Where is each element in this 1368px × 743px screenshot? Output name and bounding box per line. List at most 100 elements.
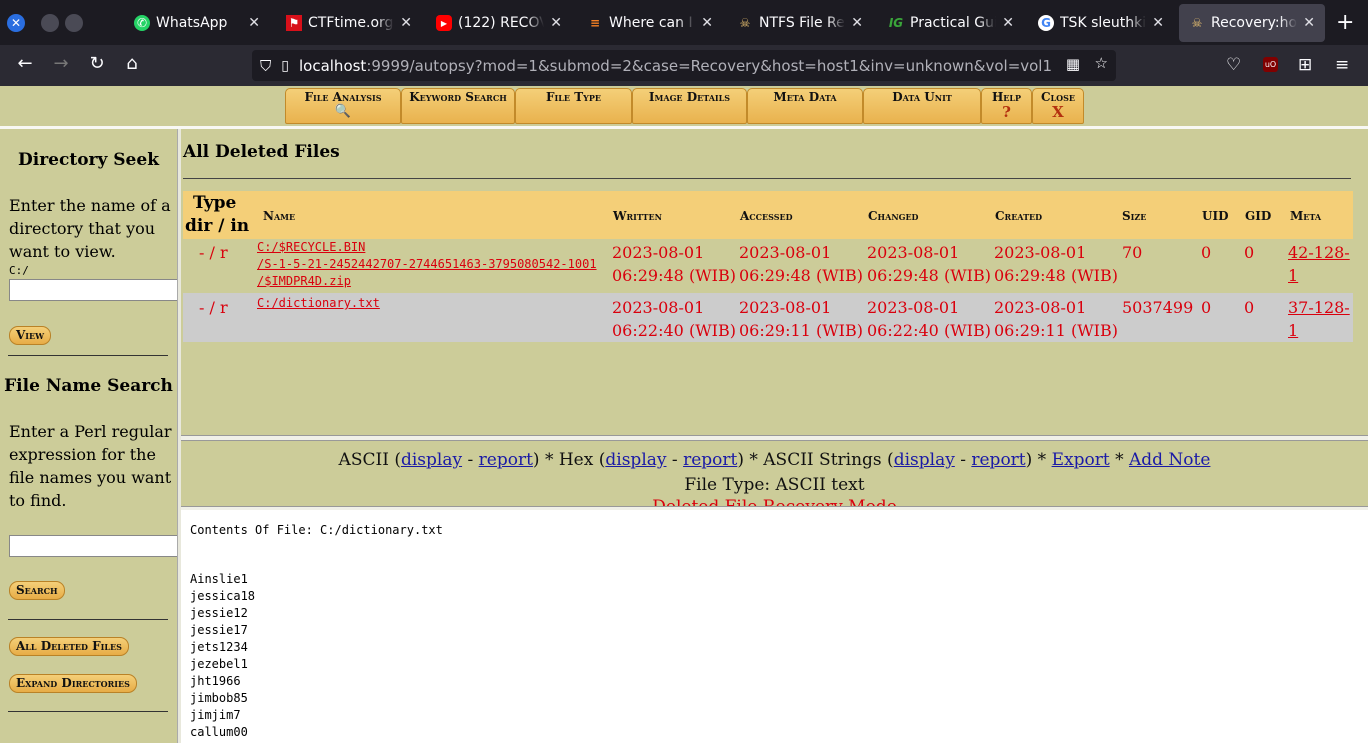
meta-link[interactable]: 37-128-1 [1288,296,1353,342]
add-note-link[interactable]: Add Note [1129,450,1210,470]
table-row: - / r C:/$RECYCLE.BIN /S-1-5-21-24524427… [183,239,1353,293]
keyword-search-button[interactable]: Keyword Search [401,88,515,124]
column-header-name[interactable]: Name [263,209,295,223]
google-icon: G [1038,15,1054,31]
tab-tsk-sleuthkit[interactable]: G TSK sleuthkit ✕ [1028,4,1174,42]
gid-cell: 0 [1244,298,1255,317]
hex-display-link[interactable]: display [605,450,666,470]
autopsy-menu-bar: File Analysis 🔍 Keyword Search File Type… [0,86,1368,126]
tab-ntfs-recovery[interactable]: ☠ NTFS File Reco ✕ [727,4,873,42]
menu-icon[interactable]: ≡ [1335,55,1349,75]
tab-stackoverflow[interactable]: ≡ Where can I re ✕ [577,4,723,42]
close-tab-icon[interactable]: ✕ [1303,15,1315,31]
search-button[interactable]: Search [9,581,65,600]
url-bar[interactable]: ⛉ ▯ localhost:9999/autopsy?mod=1&submod=… [252,50,1116,81]
strings-display-link[interactable]: display [894,450,955,470]
changed-cell: 2023-08-01 06:29:48 (WIB) [867,243,991,285]
strings-report-link[interactable]: report [971,450,1025,470]
tab-recovery-active[interactable]: ☠ Recovery:host ✕ [1179,4,1325,42]
column-header-size[interactable]: Size [1122,209,1146,223]
file-name-search-input[interactable] [9,535,177,557]
new-tab-icon[interactable]: + [1336,10,1354,35]
tab-practical-guide[interactable]: IG Practical Guide ✕ [878,4,1024,42]
page-title: All Deleted Files [183,142,340,162]
qr-icon[interactable]: ▦ [1066,55,1080,73]
ublock-icon[interactable]: uO [1263,57,1278,72]
minimize-window-icon[interactable] [41,14,59,32]
list-item: jessie17 [190,623,248,637]
autopsy-icon: ☠ [1191,16,1203,30]
meta-data-button[interactable]: Meta Data [747,88,863,124]
sidebar: Directory Seek Enter the name of a direc… [0,129,177,743]
shield-icon[interactable]: ⛉ [260,57,271,75]
bookmark-star-icon[interactable]: ☆ [1095,54,1108,72]
ig-icon: IG [888,16,904,30]
column-header-type-sub: dir / in [185,216,250,236]
directory-seek-description: Enter the name of a directory that you w… [9,196,171,261]
url-path: :9999/autopsy?mod=1&submod=2&case=Recove… [366,56,1053,75]
list-item: jets1234 [190,640,248,654]
column-header-accessed[interactable]: Accessed [740,209,793,223]
page-info-icon[interactable]: ▯ [281,58,289,74]
pocket-icon[interactable]: ♡ [1226,55,1241,75]
data-unit-button[interactable]: Data Unit [863,88,981,124]
list-item: jezebel1 [190,657,248,671]
tab-ctftime[interactable]: ⚑ CTFtime.org / ✕ [276,4,422,42]
size-cell: 70 [1122,243,1143,262]
youtube-icon: ▶ [436,15,452,31]
reload-icon[interactable]: ↻ [85,53,109,74]
autopsy-icon: ☠ [739,16,751,30]
close-tab-icon[interactable]: ✕ [400,15,412,31]
tab-whatsapp[interactable]: ✆ WhatsApp ✕ [124,4,270,42]
close-tab-icon[interactable]: ✕ [1152,15,1164,31]
close-button[interactable]: Close X [1032,88,1084,124]
close-window-icon[interactable]: ✕ [7,14,25,32]
column-header-uid[interactable]: UID [1202,209,1228,223]
file-name-link[interactable]: C:/dictionary.txt [257,295,380,312]
type-cell: - / r [199,243,228,262]
file-analysis-button[interactable]: File Analysis 🔍 [285,88,401,124]
extensions-icon[interactable]: ⊞ [1298,55,1312,75]
written-cell: 2023-08-01 06:29:48 (WIB) [612,243,736,285]
back-icon[interactable]: ← [13,53,37,74]
column-header-changed[interactable]: Changed [868,209,919,223]
column-header-created[interactable]: Created [995,209,1042,223]
tab-youtube[interactable]: ▶ (122) RECOVEI ✕ [426,4,572,42]
column-header-written[interactable]: Written [613,209,662,223]
type-cell: - / r [199,298,228,317]
export-link[interactable]: Export [1052,450,1110,470]
accessed-cell: 2023-08-01 06:29:11 (WIB) [739,298,863,340]
table-row: - / r C:/dictionary.txt 2023-08-01 06:22:… [183,293,1353,342]
all-deleted-files-button[interactable]: All Deleted Files [9,637,129,656]
close-tab-icon[interactable]: ✕ [701,15,713,31]
directory-input[interactable] [9,279,177,301]
size-cell: 5037499 [1122,298,1194,317]
list-item: jessica18 [190,589,256,603]
forward-icon[interactable]: → [49,53,73,74]
expand-directories-button[interactable]: Expand Directories [9,674,137,693]
hex-report-link[interactable]: report [683,450,737,470]
meta-link[interactable]: 42-128-1 [1288,241,1353,287]
help-button[interactable]: Help ? [981,88,1032,124]
home-icon[interactable]: ⌂ [120,53,144,74]
browser-tab-bar: ✕ ✆ WhatsApp ✕ ⚑ CTFtime.org / ✕ ▶ (122)… [0,0,1368,45]
divider [8,619,168,620]
gid-cell: 0 [1244,243,1255,262]
contents-header: Contents Of File: C:/dictionary.txt [190,523,443,537]
close-tab-icon[interactable]: ✕ [550,15,562,31]
directory-prefix: C:/ [9,264,29,277]
maximize-window-icon[interactable] [65,14,83,32]
view-options-bar: ASCII (display - report) * Hex (display … [181,441,1368,507]
close-tab-icon[interactable]: ✕ [1002,15,1014,31]
image-details-button[interactable]: Image Details [632,88,747,124]
column-header-gid[interactable]: GID [1245,209,1271,223]
column-header-meta[interactable]: Meta [1290,209,1321,223]
view-button[interactable]: View [9,326,52,345]
table-header: Type dir / in Name Written Accessed Chan… [183,191,1353,239]
ascii-report-link[interactable]: report [479,450,533,470]
file-type-button[interactable]: File Type [515,88,632,124]
close-tab-icon[interactable]: ✕ [851,15,863,31]
close-tab-icon[interactable]: ✕ [248,15,260,31]
ascii-display-link[interactable]: display [401,450,462,470]
file-name-link[interactable]: C:/$RECYCLE.BIN /S-1-5-21-2452442707-274… [257,239,597,290]
